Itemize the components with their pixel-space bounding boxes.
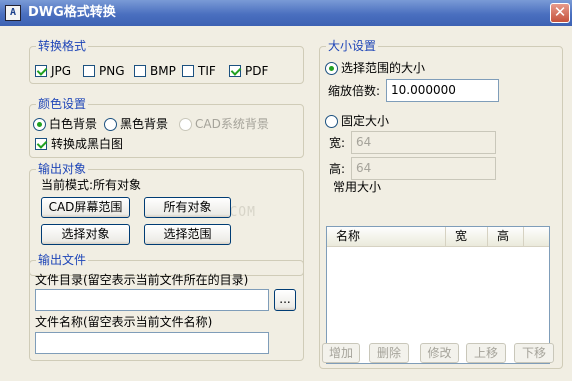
file-dir-input[interactable]	[35, 289, 269, 311]
white-bg-radio[interactable]	[33, 118, 46, 131]
png-label: PNG	[99, 64, 125, 78]
close-button[interactable]: ✕	[550, 3, 570, 23]
tif-label: TIF	[198, 64, 216, 78]
move-up-button[interactable]: 上移	[466, 343, 506, 363]
dialog-body: 转换格式 JPG PNG BMP TIF PDF 颜色设置 白色背景 黑色背景 …	[0, 26, 572, 381]
select-range-button[interactable]: 选择范围	[144, 224, 231, 245]
png-checkbox[interactable]	[83, 65, 95, 77]
common-size-label: 常用大小	[333, 180, 382, 194]
close-icon: ✕	[553, 3, 567, 21]
white-bg-label: 白色背景	[49, 117, 98, 131]
range-size-label: 选择范围的大小	[341, 61, 426, 75]
select-objects-button[interactable]: 选择对象	[41, 224, 130, 245]
output-file-legend: 输出文件	[36, 253, 89, 268]
black-bg-label: 黑色背景	[120, 117, 169, 131]
move-down-button[interactable]: 下移	[514, 343, 554, 363]
column-height[interactable]: 高	[488, 227, 524, 246]
output-object-legend: 输出对象	[36, 162, 89, 177]
width-label: 宽:	[329, 136, 346, 150]
browse-button[interactable]: ...	[274, 289, 296, 311]
width-input[interactable]: 64	[351, 131, 496, 154]
column-width[interactable]: 宽	[446, 227, 488, 246]
color-legend: 颜色设置	[36, 97, 89, 112]
delete-button[interactable]: 删除	[369, 343, 409, 363]
fixed-size-radio[interactable]	[325, 115, 338, 128]
bw-checkbox[interactable]	[35, 138, 47, 150]
black-bg-radio[interactable]	[104, 118, 117, 131]
file-name-label: 文件名称(留空表示当前文件名称)	[35, 315, 213, 329]
size-legend: 大小设置	[326, 39, 379, 54]
height-input[interactable]: 64	[351, 157, 496, 180]
jpg-checkbox[interactable]	[35, 65, 47, 77]
bmp-checkbox[interactable]	[134, 65, 146, 77]
bw-label: 转换成黑白图	[51, 137, 124, 151]
file-name-input[interactable]	[35, 332, 269, 354]
pdf-label: PDF	[245, 64, 269, 78]
tif-checkbox[interactable]	[182, 65, 194, 77]
scale-label: 缩放倍数:	[328, 84, 381, 98]
title-bar[interactable]: A DWG格式转换 ✕	[0, 0, 572, 26]
bmp-label: BMP	[150, 64, 176, 78]
file-dir-label: 文件目录(留空表示当前文件所在的目录)	[35, 273, 249, 287]
cad-screen-range-button[interactable]: CAD屏幕范围	[41, 197, 130, 218]
current-mode-text: 当前模式:所有对象	[41, 178, 142, 192]
add-button[interactable]: 增加	[322, 343, 360, 363]
column-name[interactable]: 名称	[327, 227, 446, 246]
modify-button[interactable]: 修改	[420, 343, 459, 363]
window-title: DWG格式转换	[28, 5, 116, 20]
fixed-size-label: 固定大小	[341, 114, 390, 128]
format-legend: 转换格式	[36, 39, 89, 54]
cad-bg-label: CAD系统背景	[195, 117, 269, 131]
list-header: 名称 宽 高	[327, 227, 549, 247]
scale-input[interactable]: 10.000000	[386, 79, 499, 102]
app-icon: A	[5, 5, 21, 21]
pdf-checkbox[interactable]	[229, 65, 241, 77]
all-objects-button[interactable]: 所有对象	[144, 197, 231, 218]
cad-bg-radio[interactable]	[179, 118, 192, 131]
range-size-radio[interactable]	[325, 62, 338, 75]
jpg-label: JPG	[51, 64, 72, 78]
height-label: 高:	[329, 162, 346, 176]
